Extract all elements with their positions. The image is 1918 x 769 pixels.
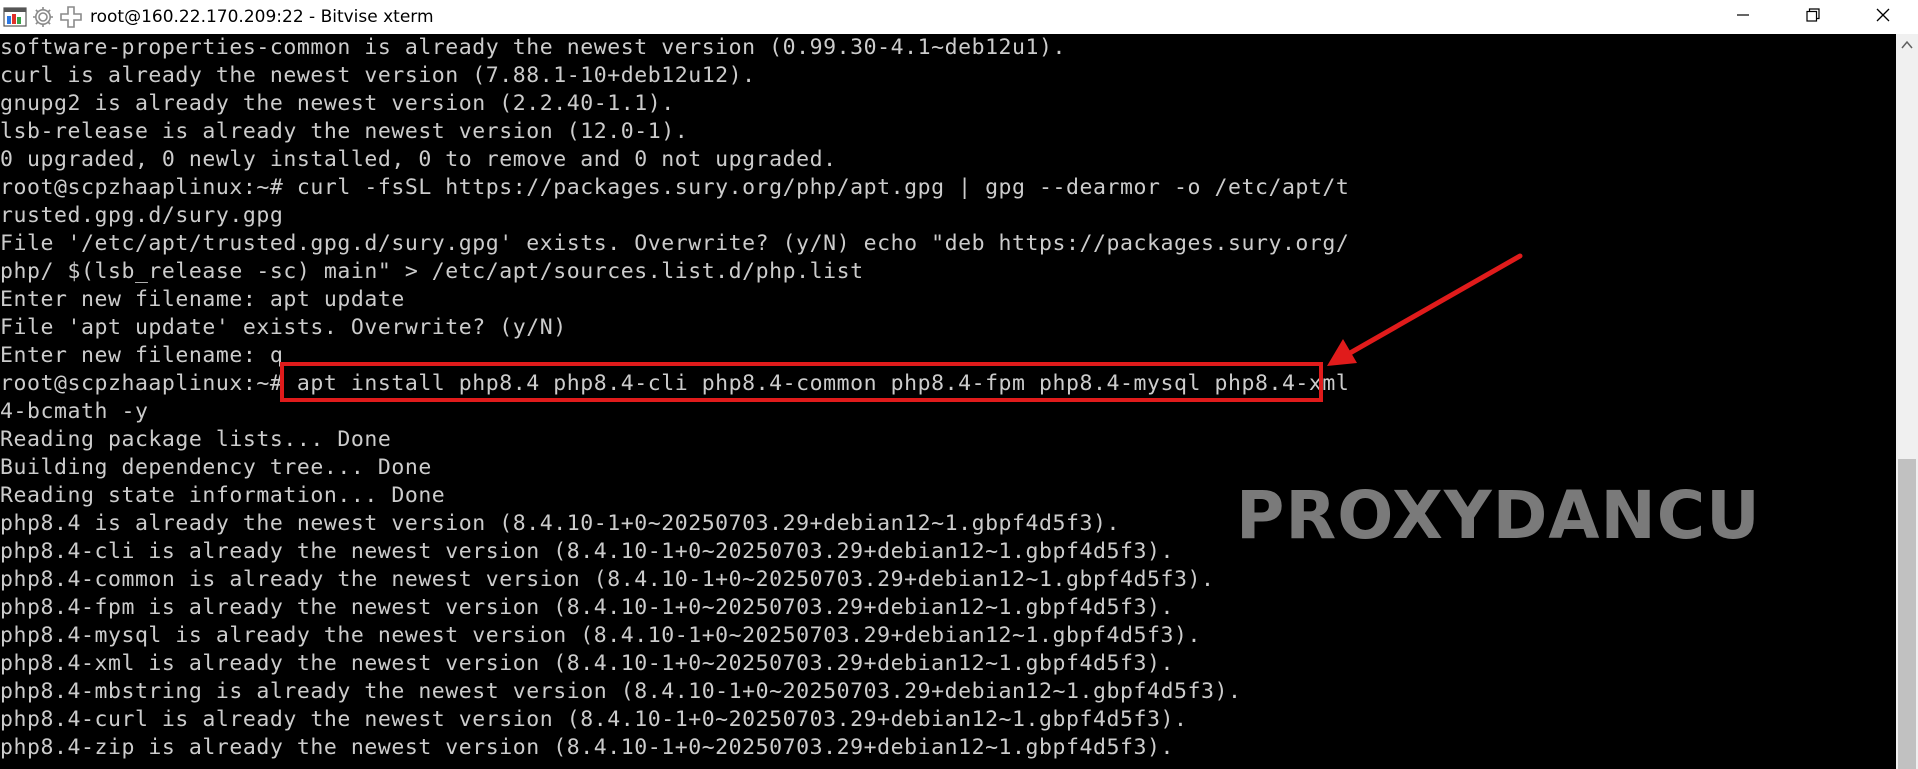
terminal-line: Enter new filename: apt update: [0, 287, 405, 312]
terminal-line: File 'apt update' exists. Overwrite? (y/…: [0, 315, 567, 340]
terminal-line: lsb-release is already the newest versio…: [0, 119, 689, 144]
minimize-button[interactable]: [1708, 0, 1778, 34]
terminal-line: php8.4-cli is already the newest version…: [0, 539, 1174, 564]
restore-icon: [1805, 7, 1821, 27]
title-bar[interactable]: root@160.22.170.209:22 - Bitvise xterm: [0, 0, 1918, 34]
terminal-line: File '/etc/apt/trusted.gpg.d/sury.gpg' e…: [0, 231, 1350, 256]
terminal-line: php8.4-common is already the newest vers…: [0, 567, 1215, 592]
terminal-line: Reading package lists... Done: [0, 427, 392, 452]
bitvise-app-icon[interactable]: [2, 4, 28, 30]
close-icon: [1875, 7, 1891, 27]
terminal-line: 0 upgraded, 0 newly installed, 0 to remo…: [0, 147, 837, 172]
terminal-line: curl is already the newest version (7.88…: [0, 63, 756, 88]
terminal-line: php8.4-curl is already the newest versio…: [0, 707, 1188, 732]
terminal-line: php8.4-mbstring is already the newest ve…: [0, 679, 1242, 704]
window-controls: [1708, 0, 1918, 34]
terminal-line: php8.4-fpm is already the newest version…: [0, 595, 1174, 620]
command-highlight-box: [280, 362, 1323, 402]
terminal-line: Building dependency tree... Done: [0, 455, 432, 480]
terminal-line: root@scpzhaaplinux:~# curl -fsSL https:/…: [0, 175, 1350, 200]
terminal-line: php8.4 is already the newest version (8.…: [0, 511, 1121, 536]
terminal-line: php/ $(lsb_release -sc) main" > /etc/apt…: [0, 259, 864, 284]
terminal-line: software-properties-common is already th…: [0, 35, 1067, 60]
terminal-line: gnupg2 is already the newest version (2.…: [0, 91, 675, 116]
gear-icon[interactable]: [30, 4, 56, 30]
xterm-window: root@160.22.170.209:22 - Bitvise xterm s…: [0, 0, 1918, 769]
close-button[interactable]: [1848, 0, 1918, 34]
plus-icon[interactable]: [58, 4, 84, 30]
terminal-line: php8.4-zip is already the newest version…: [0, 735, 1174, 760]
restore-button[interactable]: [1778, 0, 1848, 34]
terminal-line: 4-bcmath -y: [0, 399, 149, 424]
terminal-line: php8.4-xml is already the newest version…: [0, 651, 1174, 676]
terminal-line: rusted.gpg.d/sury.gpg: [0, 203, 284, 228]
vertical-scrollbar[interactable]: [1896, 34, 1918, 769]
terminal-line: php8.4-mysql is already the newest versi…: [0, 623, 1201, 648]
minimize-icon: [1735, 7, 1751, 27]
terminal-line: Enter new filename: q: [0, 343, 284, 368]
scrollbar-thumb[interactable]: [1898, 459, 1916, 769]
watermark: PROXYDANCU: [1236, 477, 1761, 554]
scroll-up-icon[interactable]: [1896, 34, 1918, 56]
terminal-line: Reading state information... Done: [0, 483, 446, 508]
window-title: root@160.22.170.209:22 - Bitvise xterm: [90, 7, 434, 27]
